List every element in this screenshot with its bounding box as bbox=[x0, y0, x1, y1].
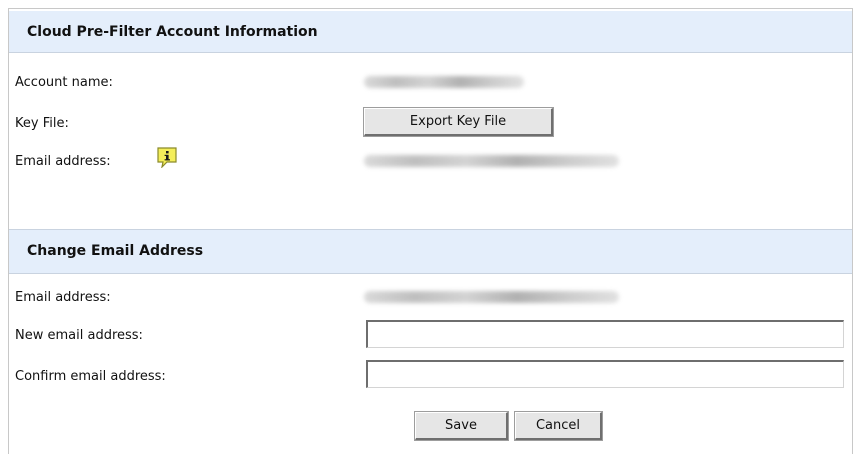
change-email-title: Change Email Address bbox=[27, 243, 204, 259]
cancel-button[interactable]: Cancel bbox=[514, 411, 603, 441]
account-info-title: Cloud Pre-Filter Account Information bbox=[27, 24, 318, 40]
current-email-label: Email address: bbox=[15, 290, 111, 305]
email-address-label: Email address: bbox=[15, 154, 111, 169]
account-name-label: Account name: bbox=[15, 75, 113, 90]
account-info-header: Cloud Pre-Filter Account Information bbox=[9, 11, 852, 53]
new-email-label: New email address: bbox=[15, 328, 143, 343]
account-name-value-redacted bbox=[364, 76, 524, 88]
confirm-email-label: Confirm email address: bbox=[15, 369, 166, 384]
confirm-email-input[interactable] bbox=[366, 360, 844, 388]
change-email-header: Change Email Address bbox=[9, 229, 852, 274]
info-icon[interactable] bbox=[156, 146, 178, 168]
save-button[interactable]: Save bbox=[414, 411, 509, 441]
account-panel: Cloud Pre-Filter Account Information Acc… bbox=[8, 8, 853, 454]
current-email-value-redacted bbox=[364, 291, 619, 303]
email-address-value-redacted bbox=[364, 155, 619, 167]
new-email-input[interactable] bbox=[366, 320, 844, 348]
key-file-label: Key File: bbox=[15, 116, 69, 131]
export-key-file-button[interactable]: Export Key File bbox=[363, 107, 554, 137]
